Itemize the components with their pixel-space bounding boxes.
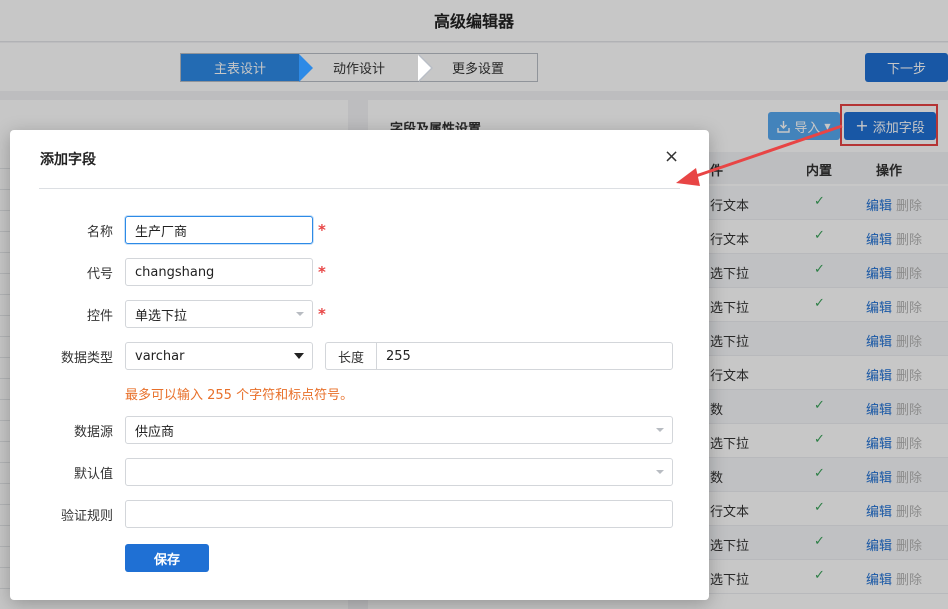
annotation-arrow [676,124,843,186]
annotation-arrow-line [689,124,843,180]
step-arrow [418,54,433,82]
annotation-arrow-head [676,168,700,186]
step-arrow [299,54,313,82]
